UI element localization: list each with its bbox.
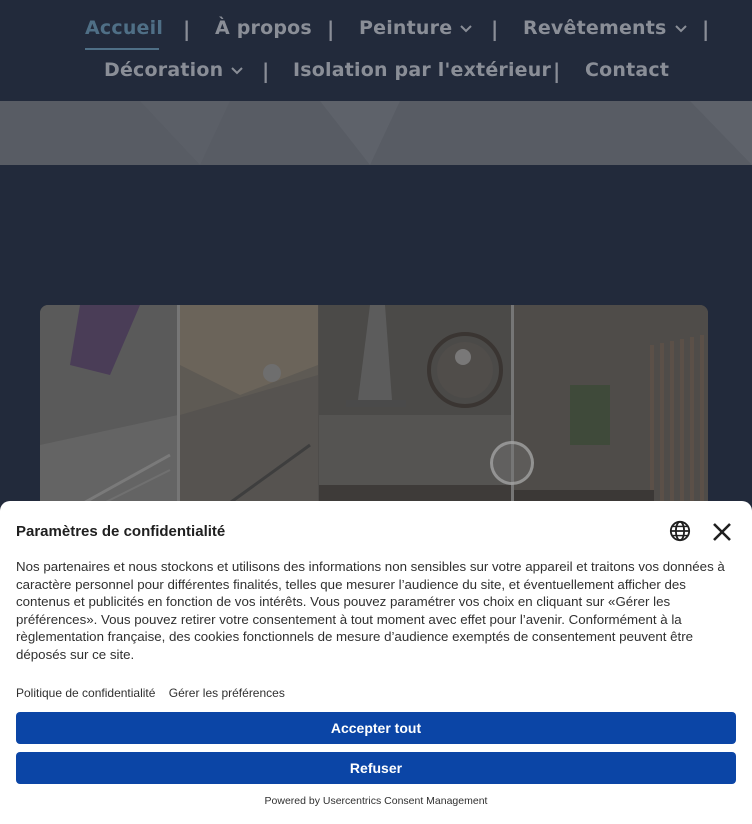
powered-by-text: Powered by Usercentrics Consent Manageme… (264, 795, 488, 807)
nav-item-revetements-label: Revêtements (523, 17, 667, 39)
nav-item-decoration-label: Décoration (104, 59, 224, 81)
consent-links: Politique de confidentialité Gérer les p… (16, 686, 295, 700)
refuse-button[interactable]: Refuser (16, 752, 736, 784)
chevron-down-icon (460, 24, 473, 33)
nav-item-a-propos[interactable]: À propos (215, 17, 312, 39)
globe-icon[interactable] (669, 520, 691, 542)
gallery-image (40, 305, 708, 525)
consent-description: Nos partenaires et nous stockons et util… (16, 559, 725, 662)
privacy-policy-link[interactable]: Politique de confidentialité (16, 686, 155, 700)
accept-all-button[interactable]: Accepter tout (16, 712, 736, 744)
consent-banner: Paramètres de confidentialité Nos parten… (0, 501, 752, 824)
nav-separator: | (553, 59, 561, 83)
nav-item-isolation[interactable]: Isolation par l'extérieur (293, 59, 551, 81)
nav-item-peinture[interactable]: Peinture (359, 17, 473, 39)
chevron-down-icon (231, 66, 244, 75)
nav-separator: | (702, 17, 710, 41)
nav-item-peinture-label: Peinture (359, 17, 453, 39)
nav-item-accueil[interactable]: Accueil (85, 17, 163, 39)
nav-separator: | (183, 17, 191, 41)
play-icon[interactable] (490, 441, 534, 485)
close-icon[interactable] (711, 521, 733, 543)
nav-separator: | (327, 17, 335, 41)
project-gallery[interactable] (40, 305, 708, 525)
chevron-down-icon (674, 24, 687, 33)
nav-separator: | (262, 59, 270, 83)
consent-title: Paramètres de confidentialité (16, 523, 226, 540)
nav-item-revetements[interactable]: Revêtements (523, 17, 687, 39)
nav-item-contact[interactable]: Contact (585, 59, 669, 81)
manage-preferences-link[interactable]: Gérer les préférences (169, 686, 285, 700)
nav-active-underline (85, 48, 159, 50)
hero-band (0, 101, 752, 165)
nav-item-decoration[interactable]: Décoration (104, 59, 244, 81)
band-decoration (140, 101, 752, 165)
nav-separator: | (491, 17, 499, 41)
main-navigation: Accueil | À propos | Peinture | Revêteme… (0, 0, 752, 102)
